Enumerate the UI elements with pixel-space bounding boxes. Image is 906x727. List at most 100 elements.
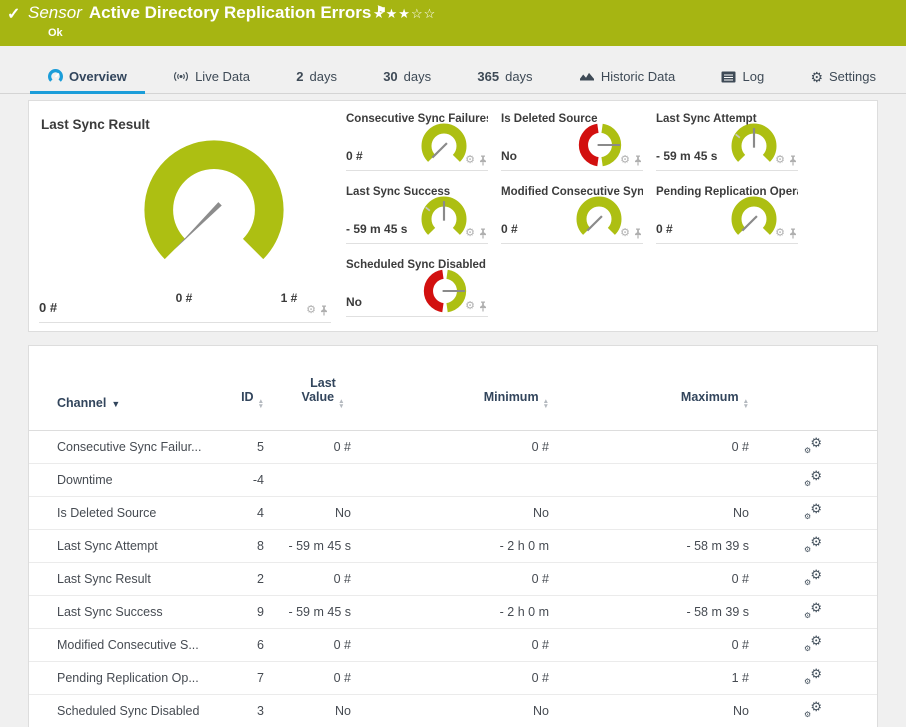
- table-row[interactable]: Last Sync Success 9 - 59 m 45 s - 2 h 0 …: [29, 594, 877, 628]
- column-label: Channel: [57, 395, 107, 410]
- channel-name[interactable]: Is Deleted Source: [29, 495, 219, 529]
- live-signal-icon: [174, 71, 188, 82]
- channel-name[interactable]: Scheduled Sync Disabled: [29, 693, 219, 727]
- primary-gauge-cell: Last Sync Result 0 # 1 # 0 # ⚙: [39, 113, 331, 323]
- channel-settings-gears-icon[interactable]: ⚙ ⚙: [804, 600, 822, 620]
- gauge-value: 0 #: [656, 222, 673, 236]
- tab-label: Log: [742, 69, 765, 84]
- channel-name[interactable]: Last Sync Success: [29, 594, 219, 628]
- table-row[interactable]: Scheduled Sync Disabled 3 No No No ⚙ ⚙: [29, 693, 877, 727]
- gauge-icon: [48, 69, 63, 82]
- channel-maximum: No: [549, 495, 749, 529]
- table-row[interactable]: Consecutive Sync Failur... 5 0 # 0 # 0 #…: [29, 429, 877, 463]
- gauge-settings-gear-icon[interactable]: ⚙: [775, 155, 785, 166]
- pin-icon[interactable]: [478, 301, 488, 312]
- table-row[interactable]: Modified Consecutive S... 6 0 # 0 # 0 # …: [29, 627, 877, 661]
- channel-settings-gears-icon[interactable]: ⚙ ⚙: [804, 633, 822, 653]
- tab-live-data[interactable]: Live Data: [169, 60, 254, 93]
- channel-last-value: 0 #: [264, 561, 351, 595]
- channel-name[interactable]: Consecutive Sync Failur...: [29, 429, 219, 463]
- channel-last-value: 0 #: [264, 660, 351, 694]
- gauge-settings-gear-icon[interactable]: ⚙: [620, 228, 630, 239]
- gauge-settings-gear-icon[interactable]: ⚙: [306, 305, 316, 316]
- column-label: Minimum: [483, 389, 539, 404]
- tab-historic-data[interactable]: Historic Data: [575, 60, 679, 93]
- table-row[interactable]: Is Deleted Source 4 No No No ⚙ ⚙: [29, 495, 877, 529]
- pin-icon[interactable]: [788, 155, 798, 166]
- channel-id: 3: [219, 693, 264, 727]
- channel-id: 7: [219, 660, 264, 694]
- channel-id: 6: [219, 627, 264, 661]
- channel-name[interactable]: Downtime: [29, 462, 219, 496]
- channel-settings-gears-icon[interactable]: ⚙ ⚙: [804, 435, 822, 455]
- tab-label: days: [505, 69, 533, 84]
- area-chart-icon: [579, 72, 594, 81]
- column-header-maximum[interactable]: Maximum ▲ ▼: [549, 346, 749, 431]
- binary-gauge: [423, 269, 467, 313]
- column-header-last-value[interactable]: Last Value ▲ ▼: [264, 346, 351, 431]
- channel-name[interactable]: Last Sync Result: [29, 561, 219, 595]
- tab-number: 2: [296, 69, 304, 84]
- pin-icon[interactable]: [478, 228, 488, 239]
- channel-id: 9: [219, 594, 264, 628]
- column-header-actions: [749, 346, 877, 431]
- channel-minimum: No: [351, 495, 549, 529]
- channel-settings-gears-icon[interactable]: ⚙ ⚙: [804, 699, 822, 719]
- channel-settings-gears-icon[interactable]: ⚙ ⚙: [804, 567, 822, 587]
- gauge-settings-gear-icon[interactable]: ⚙: [465, 228, 475, 239]
- tab-overview[interactable]: Overview: [30, 60, 145, 94]
- channel-maximum: - 58 m 39 s: [549, 594, 749, 628]
- priority-stars[interactable]: ★★★☆☆: [373, 6, 436, 22]
- table-row[interactable]: Last Sync Result 2 0 # 0 # 0 # ⚙ ⚙: [29, 561, 877, 595]
- channel-settings-gears-icon[interactable]: ⚙ ⚙: [804, 666, 822, 686]
- tab-label: days: [403, 69, 432, 84]
- pin-icon[interactable]: [633, 155, 643, 166]
- channel-name[interactable]: Last Sync Attempt: [29, 528, 219, 562]
- gauge-settings-gear-icon[interactable]: ⚙: [465, 301, 475, 312]
- channel-maximum: 0 #: [549, 627, 749, 661]
- gauge-settings-gear-icon[interactable]: ⚙: [465, 155, 475, 166]
- column-header-id[interactable]: ID ▲ ▼: [219, 346, 264, 431]
- small-gauge: [731, 123, 777, 162]
- settings-gear-icon: ⚙: [810, 68, 823, 85]
- channel-name[interactable]: Modified Consecutive S...: [29, 627, 219, 661]
- channel-minimum: - 2 h 0 m: [351, 594, 549, 628]
- tab-log[interactable]: Log: [717, 60, 768, 93]
- gauge-cell-pending-replication-operations: Pending Replication Operatio... 0 # ⚙: [656, 186, 798, 244]
- tab-settings[interactable]: ⚙ Settings: [806, 60, 880, 93]
- channel-settings-gears-icon[interactable]: ⚙ ⚙: [804, 534, 822, 554]
- sensor-header: ✓ Sensor Active Directory Replication Err…: [0, 0, 906, 46]
- gauge-value: - 59 m 45 s: [346, 222, 408, 236]
- sort-icon: ▲ ▼: [542, 397, 549, 410]
- pin-icon[interactable]: [478, 155, 488, 166]
- channel-settings-gears-icon[interactable]: ⚙ ⚙: [804, 501, 822, 521]
- gauge-settings-gear-icon[interactable]: ⚙: [775, 228, 785, 239]
- gauge-value: 0 #: [39, 300, 58, 315]
- column-header-minimum[interactable]: Minimum ▲ ▼: [351, 346, 549, 431]
- pin-icon[interactable]: [319, 305, 329, 316]
- tab-2-days[interactable]: 2 days: [292, 60, 341, 93]
- channel-last-value: 0 #: [264, 627, 351, 661]
- tab-label: days: [309, 69, 337, 84]
- column-label: Maximum: [680, 389, 739, 404]
- tab-label: Overview: [69, 69, 127, 84]
- sensor-title-line: Sensor Active Directory Replication Error…: [28, 3, 387, 23]
- gauge-settings-gear-icon[interactable]: ⚙: [620, 155, 630, 166]
- channel-minimum: 0 #: [351, 660, 549, 694]
- channel-id: 4: [219, 495, 264, 529]
- gauge-cell-last-sync-success: Last Sync Success - 59 m 45 s ⚙: [346, 186, 488, 244]
- pin-icon[interactable]: [633, 228, 643, 239]
- table-row[interactable]: Last Sync Attempt 8 - 59 m 45 s - 2 h 0 …: [29, 528, 877, 562]
- channel-last-value: [264, 462, 351, 496]
- tab-365-days[interactable]: 365 days: [473, 60, 536, 93]
- table-row[interactable]: Downtime -4 ⚙ ⚙: [29, 462, 877, 496]
- pin-icon[interactable]: [788, 228, 798, 239]
- tab-number: 30: [383, 69, 398, 84]
- tab-30-days[interactable]: 30 days: [379, 60, 435, 93]
- channel-settings-gears-icon[interactable]: ⚙ ⚙: [804, 468, 822, 488]
- channel-name[interactable]: Pending Replication Op...: [29, 660, 219, 694]
- small-gauge: [421, 196, 467, 235]
- channel-minimum: [351, 462, 549, 496]
- table-row[interactable]: Pending Replication Op... 7 0 # 0 # 1 # …: [29, 660, 877, 694]
- column-header-channel[interactable]: Channel ▼: [29, 346, 219, 431]
